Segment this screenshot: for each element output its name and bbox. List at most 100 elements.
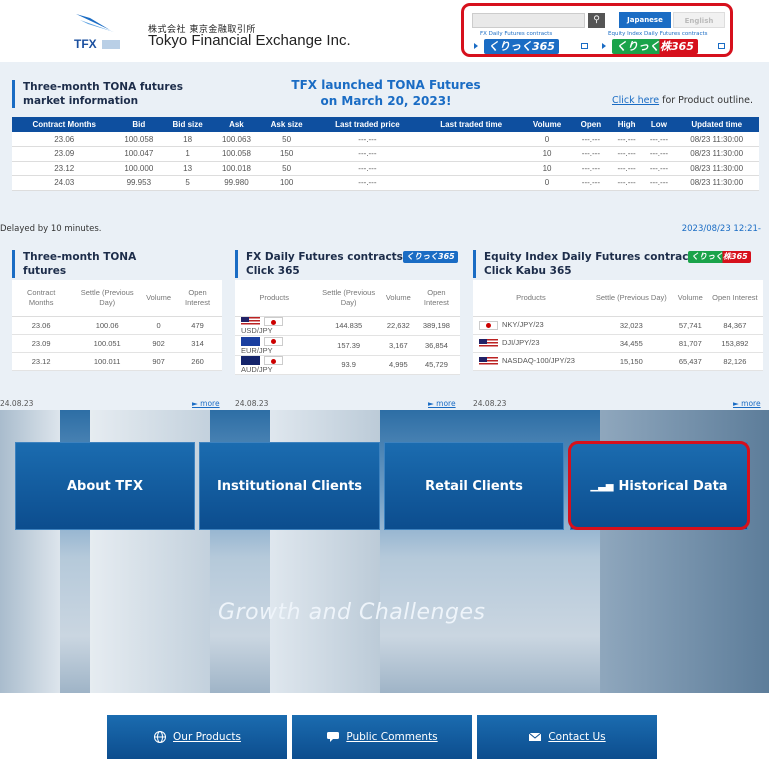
- logo-wordmark: TFX: [74, 37, 97, 51]
- announcement[interactable]: TFX launched TONA Futures on March 20, 2…: [266, 77, 506, 109]
- table-cell: 23.06: [12, 316, 71, 335]
- table-cell: ---.---: [609, 175, 644, 191]
- lang-japanese-button[interactable]: Japanese: [619, 12, 671, 28]
- column-header: Open Interest: [706, 280, 763, 317]
- table-cell: 144.835: [313, 316, 384, 337]
- table-cell: NASDAQ-100/JPY/23: [473, 352, 589, 371]
- table-cell: 18: [161, 132, 215, 147]
- table-cell: NKY/JPY/23: [473, 316, 589, 335]
- column-header: Updated time: [674, 117, 759, 132]
- utility-box-highlight: ⚲ Japanese English FX Daily Futures cont…: [461, 3, 733, 57]
- nav-about-tfx[interactable]: About TFX: [15, 442, 195, 530]
- equity-more-link[interactable]: ► more: [733, 399, 761, 408]
- table-row: 23.06 100.058 18 100.063 50 ---.--- 0 ---.--- --…: [12, 132, 759, 147]
- column-header: Bid size: [161, 117, 215, 132]
- table-cell: 0: [144, 316, 174, 335]
- table-cell: ---.---: [572, 132, 610, 147]
- table-cell: 34,455: [588, 334, 674, 353]
- tona-mini-date: 24.08.23: [0, 399, 34, 408]
- column-header: Last traded price: [314, 117, 421, 132]
- nav-retail-clients[interactable]: Retail Clients: [384, 442, 564, 530]
- fx-mini-title-line1: FX Daily Futures contracts: [246, 251, 403, 263]
- fx-mini-title-line2: Click 365: [246, 265, 300, 277]
- page: TFX 株式会社 東京金融取引所 Tokyo Financial Exchang…: [0, 0, 769, 781]
- column-header: Products: [473, 280, 589, 317]
- table-cell: [420, 132, 523, 147]
- table-cell: ---.---: [572, 161, 610, 176]
- column-header: Bid: [116, 117, 162, 132]
- table-cell: 08/23 11:30:00: [674, 132, 759, 147]
- column-header: Low: [643, 117, 675, 132]
- column-header: Settle (Previous Day): [70, 280, 145, 317]
- table-cell: ---.---: [572, 146, 610, 162]
- table-cell: ---.---: [609, 132, 644, 147]
- table-cell: 15,150: [588, 352, 674, 371]
- column-header: Open: [572, 117, 610, 132]
- table-row: DJI/JPY/23 34,455 81,707 153,892: [473, 334, 763, 353]
- new-window-icon: [581, 43, 588, 49]
- nav-institutional-clients[interactable]: Institutional Clients: [199, 442, 380, 530]
- site-header: TFX 株式会社 東京金融取引所 Tokyo Financial Exchang…: [0, 0, 769, 62]
- equity-mini-title-line1: Equity Index Daily Futures contracts: [484, 251, 700, 263]
- equity-kabu365-logo: くりっく株365: [688, 251, 751, 263]
- table-cell: ---.---: [643, 146, 675, 162]
- table-cell: 100: [258, 175, 315, 191]
- column-header: Contract Months: [12, 117, 117, 132]
- table-cell: ---.---: [314, 146, 421, 162]
- equity-mini-date: 24.08.23: [473, 399, 507, 408]
- table-cell: 0: [522, 175, 572, 191]
- tona-mini-title-line1: Three-month TONA: [23, 251, 137, 263]
- table-cell: 100.018: [214, 161, 259, 176]
- table-cell: 153,892: [706, 334, 763, 353]
- table-cell: 23.12: [12, 352, 71, 371]
- public-comments-button[interactable]: Public Comments: [292, 715, 472, 759]
- table-cell: 10: [522, 161, 572, 176]
- equity-mini-table: Products Settle (Previous Day) Volume Open …: [473, 280, 763, 371]
- table-row: 24.03 99.953 5 99.980 100 ---.--- 0 ---.--- ---.…: [12, 175, 759, 191]
- historical-data-highlight: [568, 441, 750, 530]
- table-cell: 36,854: [412, 335, 460, 356]
- column-header: Volume: [383, 280, 413, 317]
- us-flag-icon: [479, 338, 498, 348]
- column-header: Open Interest: [173, 280, 222, 317]
- kabu365-banner[interactable]: Equity Index Daily Futures contracts くりっ…: [600, 31, 730, 55]
- kabu365-logo: くりっく株365: [612, 39, 698, 54]
- contact-us-button[interactable]: Contact Us: [477, 715, 657, 759]
- lang-english-button[interactable]: English: [673, 12, 725, 28]
- table-cell: 100.051: [70, 334, 145, 353]
- table-row: 23.12 100.011 907 260: [12, 352, 222, 371]
- column-header: Contract Months: [12, 280, 71, 317]
- fx-mini-title: FX Daily Futures contracts Click 365: [235, 250, 403, 278]
- table-cell: 100.06: [70, 316, 145, 335]
- fx-more-link[interactable]: ► more: [428, 399, 456, 408]
- table-cell: [420, 161, 523, 176]
- table-row: USD/JPY 144.835 22,632 389,198: [235, 316, 460, 337]
- globe-icon: [153, 731, 167, 743]
- tfx-logo[interactable]: TFX: [70, 12, 134, 52]
- table-cell: ---.---: [314, 161, 421, 176]
- table-cell: 99.953: [116, 175, 162, 191]
- table-cell: 23.06: [12, 132, 117, 147]
- table-cell: 100.058: [214, 146, 259, 162]
- table-cell: 32,023: [588, 316, 674, 335]
- table-cell: 479: [173, 316, 222, 335]
- company-name-en: Tokyo Financial Exchange Inc.: [148, 32, 351, 49]
- search-icon[interactable]: ⚲: [588, 13, 605, 28]
- public-comments-label: Public Comments: [346, 731, 438, 743]
- table-cell: 314: [173, 334, 222, 353]
- table-row: 23.12 100.000 13 100.018 50 ---.--- 10 ---.--- -…: [12, 161, 759, 176]
- our-products-button[interactable]: Our Products: [107, 715, 287, 759]
- tona-more-link[interactable]: ► more: [192, 399, 220, 408]
- search-input[interactable]: [472, 13, 585, 28]
- eu-flag-icon: [241, 336, 260, 346]
- table-cell: 24.03: [12, 175, 117, 191]
- table-cell: ---.---: [643, 161, 675, 176]
- table-row: NASDAQ-100/JPY/23 15,150 65,437 82,126: [473, 352, 763, 371]
- table-cell: 84,367: [706, 316, 763, 335]
- table-cell: 150: [258, 146, 315, 162]
- click365-banner[interactable]: FX Daily Futures contracts くりっく365: [472, 31, 590, 55]
- table-cell: 23.09: [12, 146, 117, 162]
- table-cell: 81,707: [673, 334, 707, 353]
- table-cell: 08/23 11:30:00: [674, 161, 759, 176]
- product-outline-link[interactable]: Click here: [612, 95, 659, 106]
